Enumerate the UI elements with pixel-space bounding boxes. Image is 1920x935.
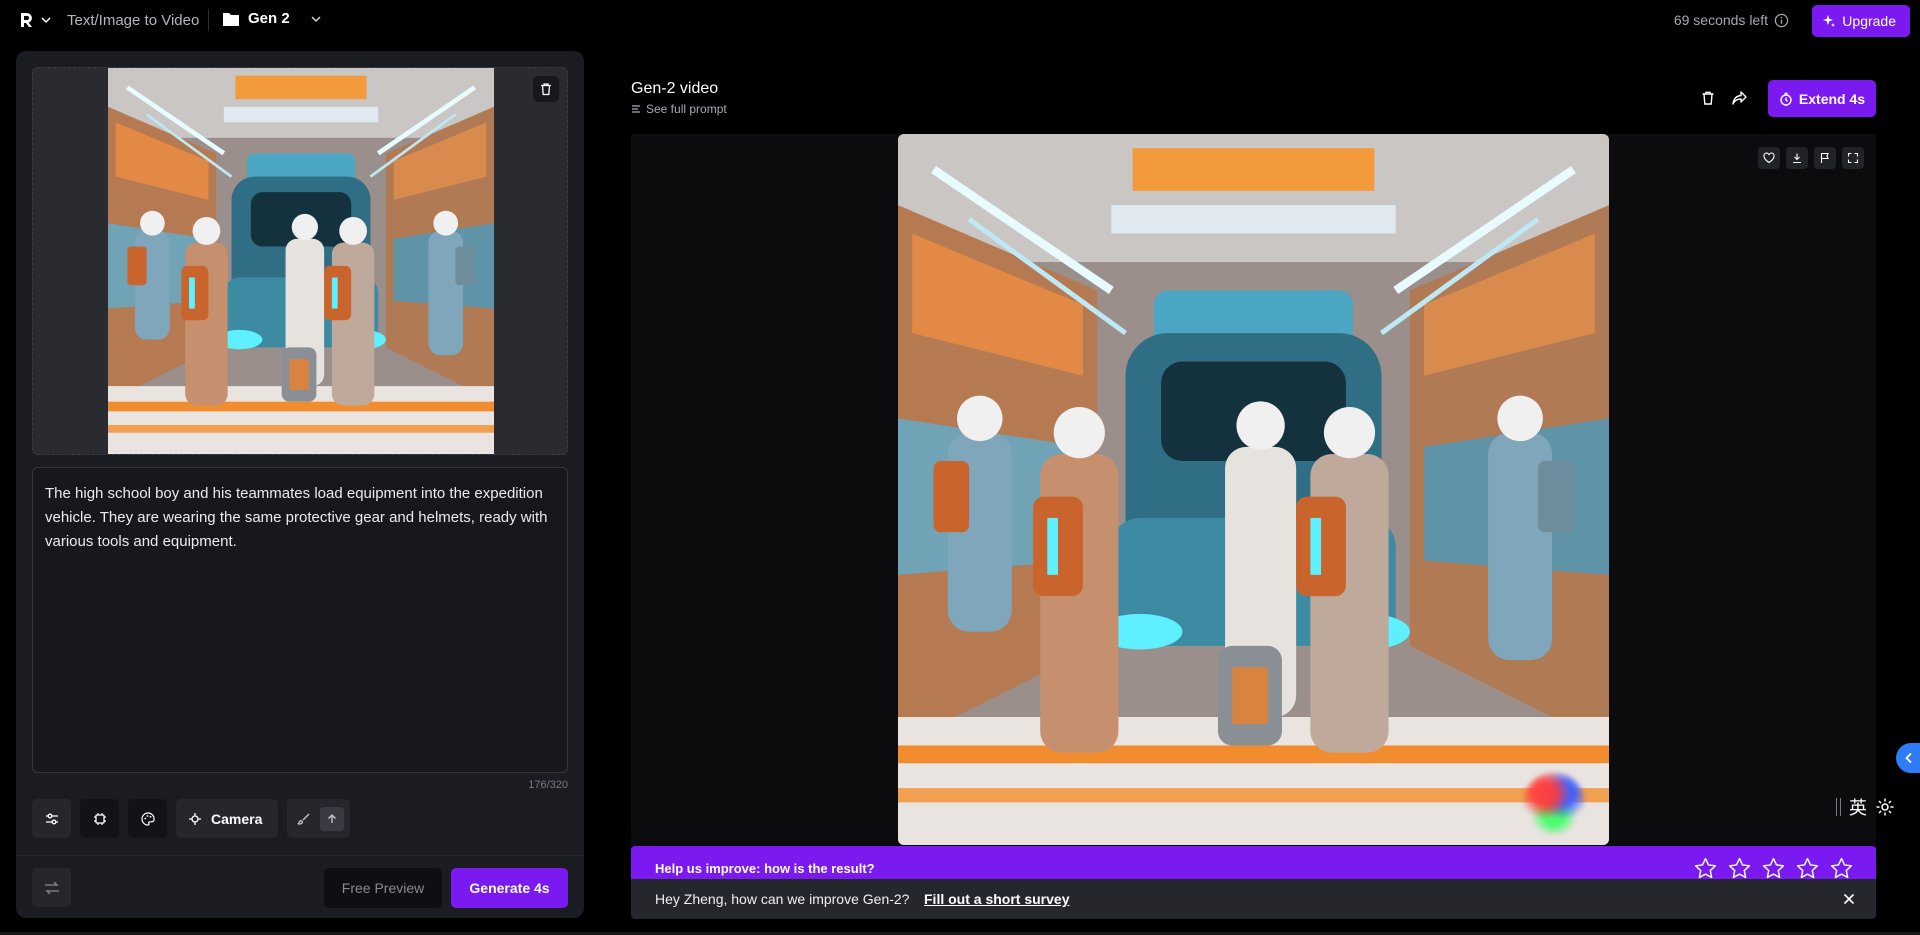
share-button[interactable] [1727,86,1751,110]
remove-image-button[interactable] [533,76,559,102]
text-lines-icon [632,105,640,113]
sparkle-icon [1823,15,1836,27]
runway-logo-icon [21,13,32,27]
swap-icon [44,881,59,894]
breadcrumb-tool[interactable]: Text/Image to Video [67,12,199,29]
extend-button[interactable]: Extend 4s [1768,80,1876,117]
result-title: Gen-2 video [631,80,719,97]
survey-link[interactable]: Fill out a short survey [924,891,1069,907]
brush-icon [297,813,310,825]
star-icon[interactable] [1795,856,1820,881]
credits-timer: 69 seconds left [1674,12,1789,28]
top-bar: Text/Image to Video Gen 2 69 seconds lef… [0,0,1920,42]
workspace-menu[interactable] [18,11,52,29]
upgrade-button[interactable]: Upgrade [1812,5,1910,37]
video-toolbar [1758,147,1864,169]
survey-message: Hey Zheng, how can we improve Gen-2? [655,891,910,907]
download-button[interactable] [1786,147,1808,169]
favorite-button[interactable] [1758,147,1780,169]
interpolate-button[interactable] [80,799,119,838]
star-rating [1693,856,1854,881]
info-icon[interactable] [1774,13,1789,28]
see-full-prompt-link[interactable]: See full prompt [631,102,727,116]
arrow-up-icon [328,813,337,823]
share-arrow-icon [1731,91,1747,105]
video-player-area [631,134,1876,846]
folder-selector[interactable]: Gen 2 [222,10,322,27]
side-panel-toggle[interactable] [1896,743,1920,773]
close-icon[interactable] [1840,890,1858,908]
ime-mode-toggle[interactable]: 英 [1849,794,1867,820]
chevron-down-icon [41,17,51,24]
folder-name: Gen 2 [248,10,290,27]
prompt-textarea[interactable]: The high school boy and his teammates lo… [32,467,568,773]
star-icon[interactable] [1829,856,1854,881]
chevron-left-icon [1905,752,1912,764]
options-toggle-button[interactable] [32,868,71,907]
trash-icon [1702,91,1714,105]
character-count: 176/320 [528,779,568,791]
camera-move-icon [189,812,201,825]
fullscreen-button[interactable] [1842,147,1864,169]
panel-divider [16,855,584,856]
breadcrumb-divider [208,9,209,31]
motion-brush-button[interactable] [287,799,351,838]
gear-icon[interactable] [1875,797,1895,817]
assistant-orb-icon[interactable] [1523,772,1585,834]
extend-timer-icon [1780,92,1792,106]
ime-toolbar: 英 [1836,794,1895,820]
see-full-prompt-label: See full prompt [646,102,727,116]
settings-button[interactable] [32,799,71,838]
input-image-thumbnail [108,68,494,455]
style-button[interactable] [128,799,167,838]
expand-icon [1847,152,1859,164]
ime-grip-handle[interactable] [1836,798,1841,816]
input-image-dropzone[interactable] [32,67,568,455]
sliders-icon [45,813,58,824]
report-button[interactable] [1814,147,1836,169]
upgrade-label: Upgrade [1842,13,1896,29]
flag-icon [1820,152,1829,163]
motion-expand-button[interactable] [320,806,345,831]
survey-banner: Hey Zheng, how can we improve Gen-2? Fil… [631,879,1876,919]
delete-video-button[interactable] [1696,86,1720,110]
heart-icon [1763,152,1775,164]
download-icon [1793,153,1801,164]
star-icon[interactable] [1693,856,1718,881]
feedback-banner: Help us improve: how is the result? [631,846,1876,882]
frame-icon [93,812,106,825]
generated-video[interactable] [898,134,1609,845]
free-preview-button[interactable]: Free Preview [324,868,442,908]
generation-panel: The high school boy and his teammates lo… [16,51,584,918]
camera-control-button[interactable]: Camera [176,799,279,838]
star-icon[interactable] [1761,856,1786,881]
feedback-question: Help us improve: how is the result? [655,861,875,876]
star-icon[interactable] [1727,856,1752,881]
time-left-text: 69 seconds left [1673,12,1768,28]
trash-icon [541,83,551,96]
camera-label: Camera [211,810,263,827]
tool-row: Camera [32,799,351,838]
folder-icon [223,12,239,26]
extend-label: Extend 4s [1798,90,1866,107]
palette-icon [140,811,155,826]
generate-button[interactable]: Generate 4s [451,868,568,908]
chevron-down-icon [311,15,321,22]
